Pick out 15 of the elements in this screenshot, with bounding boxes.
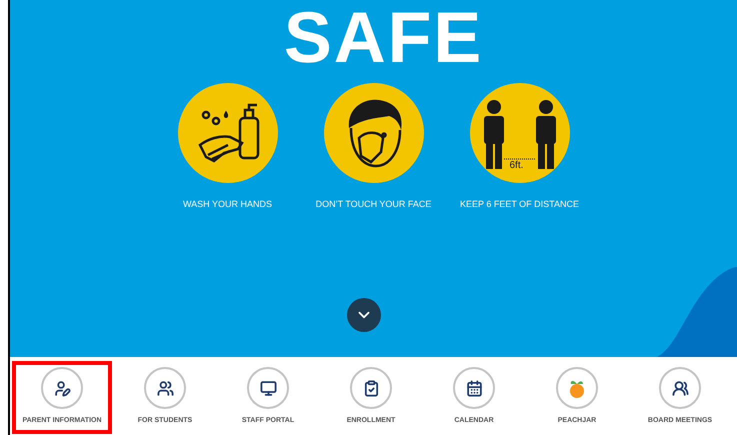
- two-people-apart-icon: [484, 100, 556, 169]
- peach-icon: [568, 378, 586, 398]
- hand-washing-icon: [178, 83, 278, 183]
- computer-monitor-icon: [260, 380, 276, 396]
- group-of-people-icon: [672, 380, 688, 396]
- calendar-icon: [466, 380, 482, 396]
- tip-label: WASH YOUR HANDS: [182, 198, 272, 211]
- two-people-icon: [156, 380, 174, 396]
- hero-title: SAFE: [284, 2, 484, 74]
- scroll-down-button[interactable]: [347, 298, 381, 332]
- checklist-icon: [362, 380, 380, 396]
- distance-label: 6ft.: [510, 161, 524, 171]
- person-writing-icon: [54, 380, 70, 396]
- tip-label: DON’T TOUCH YOUR FACE: [316, 198, 432, 211]
- tip-label: KEEP 6 FEET OF DISTANCE: [460, 198, 580, 211]
